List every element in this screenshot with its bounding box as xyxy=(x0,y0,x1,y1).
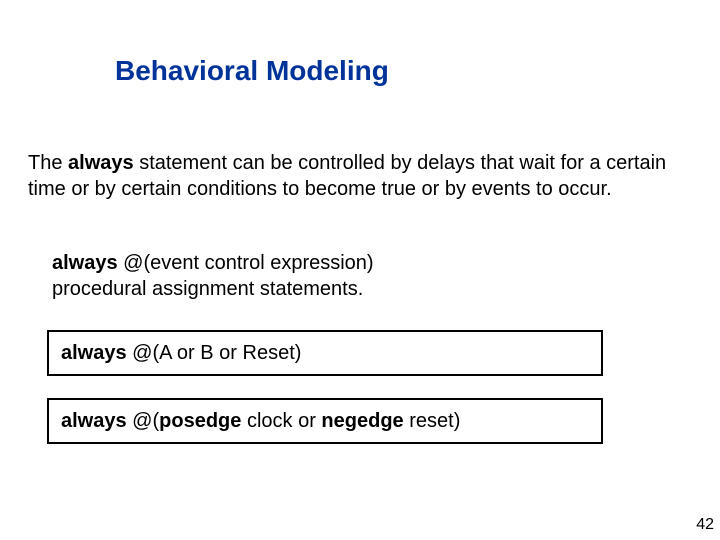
keyword-always: always xyxy=(61,342,127,364)
text: @( xyxy=(127,410,160,432)
keyword-negedge: negedge xyxy=(321,410,403,432)
text: @(event control expression) xyxy=(118,252,374,274)
example-box-2: always @(posedge clock or negedge reset) xyxy=(47,398,603,444)
text: reset) xyxy=(404,410,461,432)
keyword-always: always xyxy=(61,410,127,432)
example-box-1: always @(A or B or Reset) xyxy=(47,330,603,376)
page-number: 42 xyxy=(696,516,714,534)
keyword-always: always xyxy=(52,252,118,274)
text: clock or xyxy=(241,410,321,432)
intro-paragraph: The always statement can be controlled b… xyxy=(28,150,683,202)
text: The xyxy=(28,152,68,174)
text: procedural assignment statements. xyxy=(52,278,363,300)
keyword-posedge: posedge xyxy=(159,410,241,432)
syntax-block: always @(event control expression) proce… xyxy=(52,250,374,302)
text: @(A or B or Reset) xyxy=(127,342,302,364)
slide: Behavioral Modeling The always statement… xyxy=(0,0,720,540)
keyword-always: always xyxy=(68,152,134,174)
slide-title: Behavioral Modeling xyxy=(115,55,389,87)
